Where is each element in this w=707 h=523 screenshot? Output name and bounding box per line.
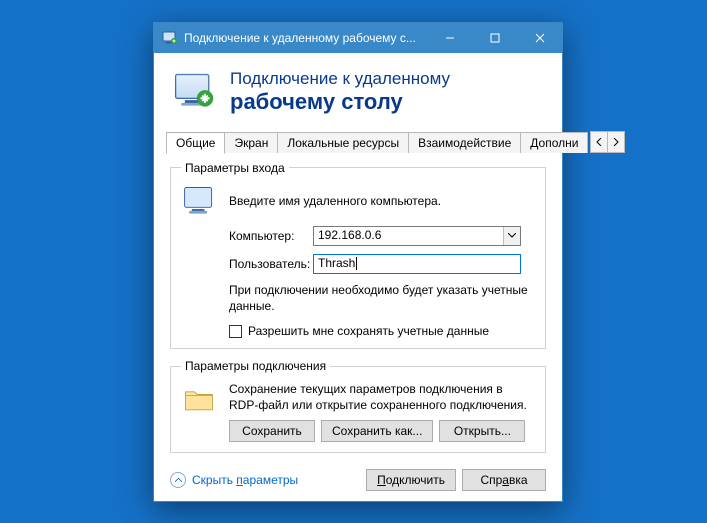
chevron-up-icon	[170, 472, 186, 488]
remember-checkbox[interactable]	[229, 325, 242, 338]
tab-scroll-left[interactable]	[590, 131, 608, 153]
app-icon	[162, 30, 178, 46]
titlebar[interactable]: Подключение к удаленному рабочему с...	[154, 23, 562, 53]
tab-strip: Общие Экран Локальные ресурсы Взаимодейс…	[154, 129, 562, 153]
monitor-icon	[181, 183, 217, 219]
remember-label: Разрешить мне сохранять учетные данные	[248, 324, 489, 338]
help-button[interactable]: Справка	[462, 469, 546, 491]
computer-combo[interactable]: 192.168.0.6	[313, 226, 521, 246]
login-legend: Параметры входа	[181, 161, 289, 175]
hide-options-link[interactable]: Скрыть параметры	[170, 472, 298, 488]
credentials-note: При подключении необходимо будет указать…	[229, 282, 535, 314]
close-button[interactable]	[517, 23, 562, 53]
username-input[interactable]: Thrash	[313, 254, 521, 274]
computer-label: Компьютер:	[229, 229, 313, 243]
tab-local-resources[interactable]: Локальные ресурсы	[277, 132, 409, 153]
dialog-footer: Скрыть параметры Подключить Справка	[154, 459, 562, 501]
tab-scroll-right[interactable]	[607, 131, 625, 153]
chevron-down-icon[interactable]	[503, 227, 520, 245]
login-settings-group: Параметры входа Введите имя удаленного к…	[170, 161, 546, 349]
rdc-logo-icon	[172, 69, 216, 113]
user-label: Пользователь:	[229, 257, 313, 271]
folder-icon	[181, 381, 217, 417]
conn-legend: Параметры подключения	[181, 359, 330, 373]
login-intro: Введите имя удаленного компьютера.	[229, 194, 441, 208]
tab-advanced[interactable]: Дополни	[520, 132, 588, 153]
minimize-button[interactable]	[427, 23, 472, 53]
header-line2: рабочему столу	[230, 89, 450, 114]
dialog-header: Подключение к удаленному рабочему столу	[154, 53, 562, 129]
save-as-button[interactable]: Сохранить как...	[321, 420, 433, 442]
header-line1: Подключение к удаленному	[230, 69, 450, 89]
window-title: Подключение к удаленному рабочему с...	[184, 31, 427, 45]
save-button[interactable]: Сохранить	[229, 420, 315, 442]
rdc-window: Подключение к удаленному рабочему с... П…	[153, 22, 563, 502]
maximize-button[interactable]	[472, 23, 517, 53]
connect-button[interactable]: Подключить	[366, 469, 456, 491]
tab-experience[interactable]: Взаимодействие	[408, 132, 521, 153]
connection-settings-group: Параметры подключения Сохранение текущих…	[170, 359, 546, 452]
open-button[interactable]: Открыть...	[439, 420, 525, 442]
computer-value[interactable]: 192.168.0.6	[313, 226, 521, 246]
tab-general[interactable]: Общие	[166, 132, 225, 154]
conn-desc: Сохранение текущих параметров подключени…	[229, 381, 535, 413]
tab-display[interactable]: Экран	[224, 132, 278, 153]
